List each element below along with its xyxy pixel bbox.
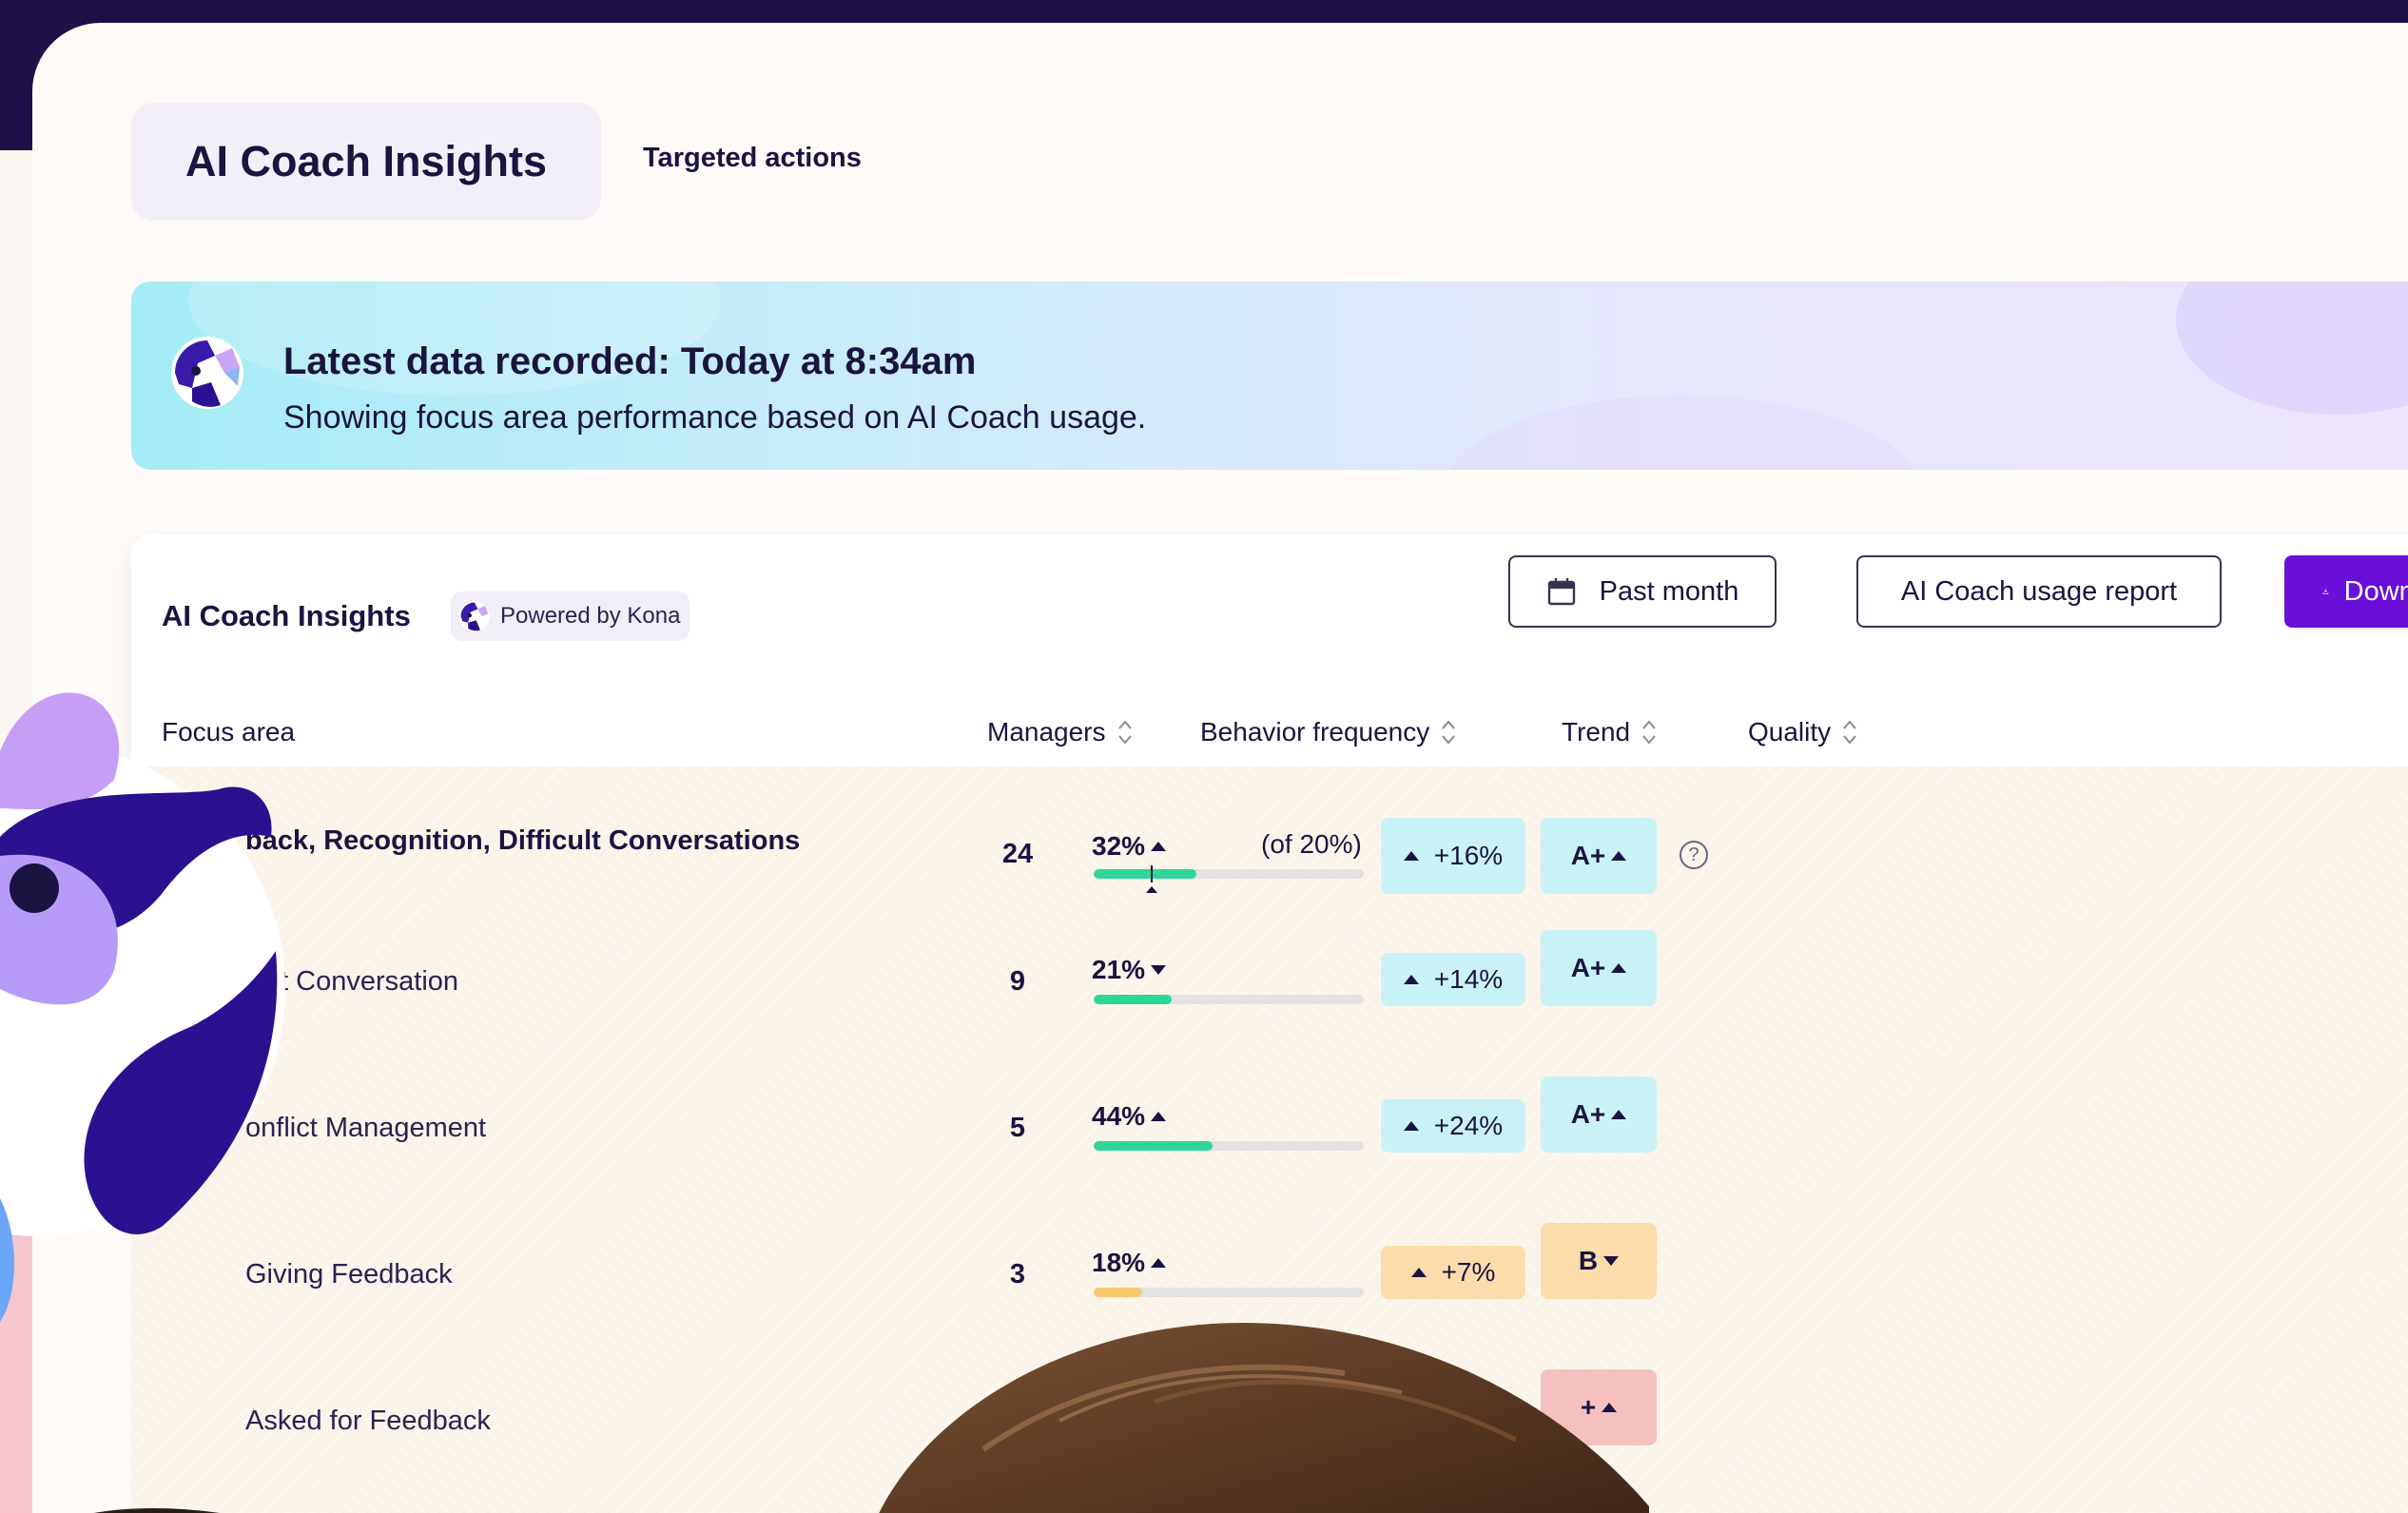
- quality-grade: A+: [1570, 1099, 1606, 1129]
- banner-decoration: [1444, 396, 1919, 470]
- up-arrow-icon: [1410, 1268, 1427, 1277]
- table-row[interactable]: cult Conversation 9 21% +14% A+: [131, 930, 1748, 1052]
- insights-panel-header: AI Coach Insights Powered by Kona Past m…: [131, 534, 2408, 766]
- person-photo: [879, 1323, 1649, 1513]
- quality-badge: A+: [1541, 818, 1657, 894]
- trend-badge: +14%: [1381, 953, 1525, 1006]
- column-label: Trend: [1562, 717, 1631, 747]
- up-arrow-icon: [1611, 963, 1627, 973]
- benchmark-marker-arrow: [1146, 886, 1157, 893]
- quality-grade: A+: [1570, 841, 1606, 870]
- quality-grade: B: [1578, 1246, 1599, 1275]
- frequency-bar-fill: [1094, 995, 1173, 1004]
- up-arrow-icon: [1403, 1121, 1419, 1131]
- tab-targeted-actions[interactable]: Targeted actions: [643, 143, 862, 174]
- focus-area-name: back, Recognition, Difficult Conversatio…: [245, 825, 801, 856]
- person-photo: [93, 1507, 220, 1513]
- sort-icon: [1642, 720, 1656, 745]
- help-icon[interactable]: ?: [1680, 841, 1708, 869]
- column-label: Behavior frequency: [1200, 717, 1430, 747]
- kona-logo-icon: [458, 600, 491, 632]
- date-range-button[interactable]: Past month: [1508, 555, 1777, 628]
- frequency-bar-fill: [1094, 1288, 1143, 1297]
- banner-decoration: [2176, 281, 2408, 415]
- frequency-bar: [1094, 1141, 1364, 1151]
- quality-badge: A+: [1541, 1077, 1657, 1153]
- up-arrow-icon: [1151, 842, 1167, 851]
- sort-icon: [1117, 720, 1132, 745]
- focus-area-name: Asked for Feedback: [245, 1406, 491, 1436]
- download-icon: [2322, 588, 2329, 594]
- frequency-bar: [1094, 869, 1364, 879]
- trend-value: +14%: [1433, 964, 1504, 994]
- up-arrow-icon: [1151, 1112, 1167, 1121]
- download-label: Download PD: [2343, 575, 2408, 607]
- banner-title: Latest data recorded: Today at 8:34am: [283, 340, 977, 382]
- trend-badge: +16%: [1381, 818, 1525, 894]
- quality-badge: B: [1541, 1223, 1657, 1299]
- frequency-bar-fill: [1094, 869, 1196, 879]
- up-arrow-icon: [1403, 975, 1419, 984]
- sort-icon: [1843, 720, 1856, 745]
- up-arrow-icon: [1611, 851, 1627, 861]
- trend-badge: +24%: [1381, 1099, 1525, 1153]
- down-arrow-icon: [1603, 1256, 1620, 1266]
- powered-by-badge: Powered by Kona: [451, 592, 690, 641]
- banner-subtitle: Showing focus area performance based on …: [283, 399, 1147, 436]
- column-label: Quality: [1748, 717, 1832, 747]
- kona-mascot-icon: [0, 692, 285, 1322]
- up-arrow-icon: [1403, 851, 1419, 861]
- app-window: AI Coach Insights Targeted actions Lates…: [32, 23, 2408, 1513]
- frequency-value: 32%: [1092, 831, 1167, 862]
- trend-value: +24%: [1433, 1111, 1504, 1140]
- trend-badge: +7%: [1381, 1246, 1525, 1299]
- date-range-label: Past month: [1599, 575, 1739, 607]
- frequency-bar-fill: [1094, 1141, 1213, 1151]
- managers-count: 9: [1009, 966, 1026, 997]
- tab-ai-coach-insights[interactable]: AI Coach Insights: [131, 103, 601, 221]
- frequency-percent: 21%: [1092, 955, 1146, 984]
- table-row[interactable]: back, Recognition, Difficult Conversatio…: [131, 806, 1748, 894]
- data-banner: Latest data recorded: Today at 8:34am Sh…: [131, 281, 2408, 470]
- frequency-value: 44%: [1092, 1101, 1167, 1132]
- managers-count: 3: [1009, 1259, 1026, 1290]
- column-header-behavior-frequency[interactable]: Behavior frequency: [1200, 717, 1456, 747]
- down-arrow-icon: [1151, 965, 1167, 975]
- trend-value: +7%: [1441, 1257, 1496, 1287]
- frequency-percent: 44%: [1092, 1101, 1146, 1131]
- sort-icon: [1442, 720, 1456, 745]
- column-header-quality[interactable]: Quality: [1748, 717, 1857, 747]
- kona-logo-icon: [171, 337, 243, 409]
- trend-value: +16%: [1433, 841, 1504, 870]
- panel-title: AI Coach Insights: [162, 599, 411, 632]
- frequency-value: 21%: [1092, 955, 1167, 985]
- frequency-percent: 18%: [1092, 1248, 1146, 1277]
- column-label: Managers: [987, 717, 1106, 747]
- download-pdf-button[interactable]: Download PD: [2284, 555, 2408, 628]
- usage-report-button[interactable]: AI Coach usage report: [1856, 555, 2222, 628]
- table-row[interactable]: onflict Management 5 44% +24% A+: [131, 1077, 1748, 1198]
- frequency-value: 18%: [1092, 1248, 1167, 1278]
- powered-by-label: Powered by Kona: [500, 603, 681, 629]
- quality-badge: A+: [1541, 930, 1657, 1006]
- up-arrow-icon: [1151, 1258, 1167, 1268]
- column-header-managers[interactable]: Managers: [987, 717, 1133, 747]
- up-arrow-icon: [1611, 1110, 1627, 1119]
- frequency-bar: [1094, 1288, 1364, 1297]
- calendar-icon: [1547, 578, 1575, 606]
- managers-count: 24: [1001, 839, 1034, 869]
- quality-grade: A+: [1570, 953, 1606, 982]
- column-header-trend[interactable]: Trend: [1562, 717, 1657, 747]
- benchmark-marker: [1151, 865, 1153, 883]
- frequency-percent: 32%: [1092, 831, 1146, 861]
- frequency-benchmark: (of 20%): [1261, 829, 1362, 859]
- managers-count: 5: [1009, 1113, 1026, 1143]
- frequency-bar: [1094, 995, 1364, 1004]
